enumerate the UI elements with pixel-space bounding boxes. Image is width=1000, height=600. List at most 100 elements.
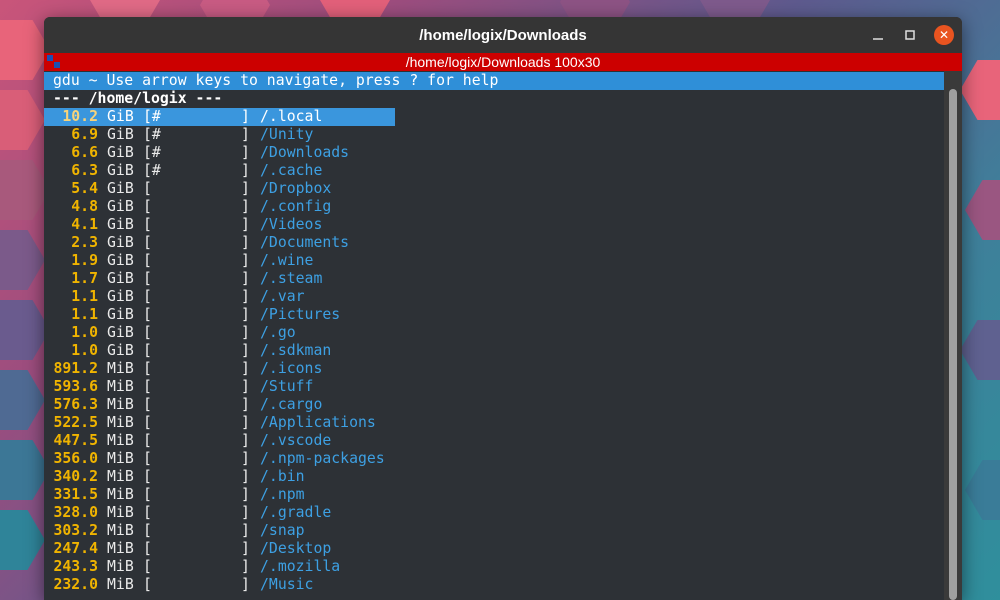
item-name: /Downloads bbox=[260, 144, 350, 161]
list-item[interactable]: 6.9 GiB [# ] /Unity bbox=[44, 126, 944, 144]
background-hexagon bbox=[965, 460, 1000, 520]
item-size: 10.2 bbox=[62, 108, 98, 125]
item-name: /snap bbox=[260, 522, 305, 539]
item-unit: MiB bbox=[107, 360, 134, 377]
list-item[interactable]: 2.3 GiB [ ] /Documents bbox=[44, 234, 944, 252]
item-usage-bar: [ ] bbox=[143, 522, 250, 539]
item-size: 356.0 bbox=[53, 450, 98, 467]
item-name: /.cache bbox=[260, 162, 323, 179]
item-name: /Music bbox=[260, 576, 314, 593]
item-unit: MiB bbox=[107, 576, 134, 593]
item-usage-bar: [ ] bbox=[143, 252, 250, 269]
list-item[interactable]: 891.2 MiB [ ] /.icons bbox=[44, 360, 944, 378]
item-unit: GiB bbox=[107, 306, 134, 323]
item-usage-bar: [ ] bbox=[143, 432, 250, 449]
item-usage-bar: [ ] bbox=[143, 486, 250, 503]
list-item[interactable]: 4.1 GiB [ ] /Videos bbox=[44, 216, 944, 234]
list-item[interactable]: 331.5 MiB [ ] /.npm bbox=[44, 486, 944, 504]
item-size: 243.3 bbox=[53, 558, 98, 575]
item-size: 522.5 bbox=[53, 414, 98, 431]
list-item[interactable]: 1.9 GiB [ ] /.wine bbox=[44, 252, 944, 270]
item-size: 4.8 bbox=[71, 198, 98, 215]
item-name: /.bin bbox=[260, 468, 305, 485]
item-usage-bar: [ ] bbox=[143, 234, 250, 251]
item-size: 2.3 bbox=[71, 234, 98, 251]
list-item[interactable]: 247.4 MiB [ ] /Desktop bbox=[44, 540, 944, 558]
item-unit: GiB bbox=[107, 324, 134, 341]
item-unit: MiB bbox=[107, 378, 134, 395]
item-usage-bar: [ ] bbox=[143, 288, 250, 305]
scrollbar[interactable] bbox=[944, 71, 962, 600]
item-size: 4.1 bbox=[71, 216, 98, 233]
item-usage-bar: [ ] bbox=[143, 270, 250, 287]
background-hexagon bbox=[0, 440, 50, 500]
list-item[interactable]: 356.0 MiB [ ] /.npm-packages bbox=[44, 450, 944, 468]
minimize-icon[interactable] bbox=[868, 25, 888, 45]
item-unit: GiB bbox=[107, 342, 134, 359]
maximize-icon[interactable] bbox=[900, 25, 920, 45]
current-path: --- /home/logix --- bbox=[53, 90, 223, 107]
gdu-help-bar: gdu ~ Use arrow keys to navigate, press … bbox=[44, 72, 944, 90]
item-name: /Videos bbox=[260, 216, 323, 233]
title-bar[interactable]: /home/logix/Downloads ✕ bbox=[44, 17, 962, 53]
tab-title: /home/logix/Downloads 100x30 bbox=[405, 54, 601, 70]
list-item[interactable]: 4.8 GiB [ ] /.config bbox=[44, 198, 944, 216]
list-item[interactable]: 576.3 MiB [ ] /.cargo bbox=[44, 396, 944, 414]
item-usage-bar: [ ] bbox=[143, 558, 250, 575]
list-item[interactable]: 593.6 MiB [ ] /Stuff bbox=[44, 378, 944, 396]
list-item[interactable]: 1.0 GiB [ ] /.go bbox=[44, 324, 944, 342]
item-unit: MiB bbox=[107, 504, 134, 521]
item-usage-bar: [ ] bbox=[143, 414, 250, 431]
list-item[interactable]: 5.4 GiB [ ] /Dropbox bbox=[44, 180, 944, 198]
list-item[interactable]: 340.2 MiB [ ] /.bin bbox=[44, 468, 944, 486]
item-usage-bar: [ ] bbox=[143, 306, 250, 323]
list-item[interactable]: 243.3 MiB [ ] /.mozilla bbox=[44, 558, 944, 576]
background-hexagon bbox=[960, 60, 1000, 120]
item-name: /.wine bbox=[260, 252, 314, 269]
list-item[interactable]: 328.0 MiB [ ] /.gradle bbox=[44, 504, 944, 522]
item-unit: GiB bbox=[107, 162, 134, 179]
background-hexagon bbox=[965, 180, 1000, 240]
item-usage-bar: [ ] bbox=[143, 576, 250, 593]
list-item[interactable]: 1.1 GiB [ ] /.var bbox=[44, 288, 944, 306]
item-size: 328.0 bbox=[53, 504, 98, 521]
list-item[interactable]: 1.0 GiB [ ] /.sdkman bbox=[44, 342, 944, 360]
list-item[interactable]: 6.3 GiB [# ] /.cache bbox=[44, 162, 944, 180]
item-usage-bar: [ ] bbox=[143, 540, 250, 557]
item-name: /.gradle bbox=[260, 504, 332, 521]
item-unit: GiB bbox=[107, 270, 134, 287]
list-item[interactable]: 1.7 GiB [ ] /.steam bbox=[44, 270, 944, 288]
item-size: 891.2 bbox=[53, 360, 98, 377]
terminal-tab-bar[interactable]: /home/logix/Downloads 100x30 bbox=[44, 53, 962, 71]
item-usage-bar: [ ] bbox=[143, 324, 250, 341]
item-unit: MiB bbox=[107, 414, 134, 431]
item-name: /Dropbox bbox=[260, 180, 332, 197]
item-name: /.cargo bbox=[260, 396, 323, 413]
list-item[interactable]: 522.5 MiB [ ] /Applications bbox=[44, 414, 944, 432]
item-size: 6.6 bbox=[71, 144, 98, 161]
item-name: /.var bbox=[260, 288, 305, 305]
scroll-thumb[interactable] bbox=[949, 89, 957, 600]
item-name: /.steam bbox=[260, 270, 323, 287]
background-hexagon bbox=[960, 320, 1000, 380]
item-size: 331.5 bbox=[53, 486, 98, 503]
list-item[interactable]: 303.2 MiB [ ] /snap bbox=[44, 522, 944, 540]
close-icon[interactable]: ✕ bbox=[934, 25, 954, 45]
item-unit: MiB bbox=[107, 486, 134, 503]
item-unit: GiB bbox=[107, 108, 134, 125]
background-hexagon bbox=[0, 300, 50, 360]
item-name: /.mozilla bbox=[260, 558, 341, 575]
item-usage-bar: [ ] bbox=[143, 360, 250, 377]
list-item[interactable]: 447.5 MiB [ ] /.vscode bbox=[44, 432, 944, 450]
list-item[interactable]: 1.1 GiB [ ] /Pictures bbox=[44, 306, 944, 324]
item-size: 1.0 bbox=[71, 324, 98, 341]
item-usage-bar: [ ] bbox=[143, 504, 250, 521]
list-item[interactable]: 10.2 GiB [# ] /.local bbox=[44, 108, 944, 126]
list-item[interactable]: 232.0 MiB [ ] /Music bbox=[44, 576, 944, 594]
background-hexagon bbox=[0, 160, 50, 220]
list-item[interactable]: 6.6 GiB [# ] /Downloads bbox=[44, 144, 944, 162]
item-unit: MiB bbox=[107, 558, 134, 575]
item-size: 1.7 bbox=[71, 270, 98, 287]
terminal-content[interactable]: gdu ~ Use arrow keys to navigate, press … bbox=[44, 71, 944, 600]
background-hexagon bbox=[0, 510, 45, 570]
